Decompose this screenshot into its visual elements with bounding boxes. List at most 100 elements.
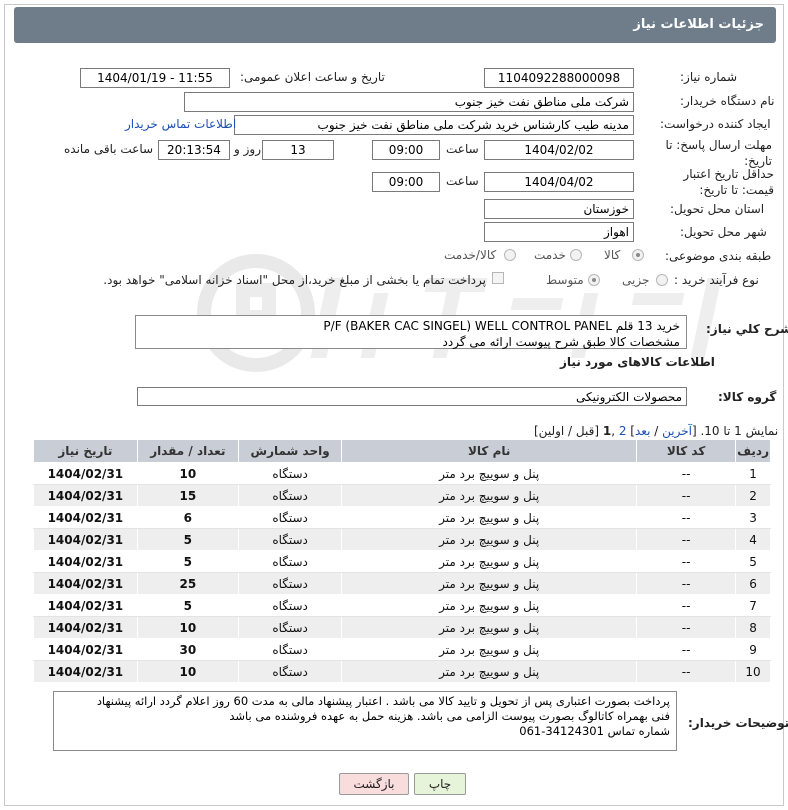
pagination-sep1: / — [650, 424, 663, 438]
reply-time-field[interactable]: 09:00 — [372, 140, 440, 160]
reply-date-field[interactable]: 1404/02/02 — [484, 140, 634, 160]
cell-row: 3 — [735, 506, 771, 529]
city-field[interactable]: اهواز — [484, 222, 634, 242]
cell-code: -- — [636, 506, 737, 529]
cell-row: 5 — [735, 550, 771, 573]
cell-row: 4 — [735, 528, 771, 551]
pagination-sep2: ] — [626, 424, 635, 438]
creator-field[interactable]: مدینه طیب کارشناس خرید شرکت ملی مناطق نف… — [234, 115, 634, 135]
buyer-notes-line-1: پرداخت بصورت اعتباری پس از تحویل و تایید… — [96, 694, 670, 708]
creator-label: ایجاد کننده درخواست: — [660, 117, 771, 131]
cell-row: 1 — [735, 462, 771, 485]
buyer-org-field[interactable]: شرکت ملی مناطق نفت خیز جنوب — [184, 92, 634, 112]
days-remaining-field[interactable]: 13 — [262, 140, 334, 160]
col-code: کد کالا — [636, 439, 737, 463]
table-row: 3 -- پنل و سوییچ برد متر دستگاه 6 1404/0… — [33, 506, 771, 529]
remaining-time-field[interactable]: 20:13:54 — [158, 140, 230, 160]
cell-unit: دستگاه — [237, 638, 343, 661]
process-partial-text: جزیی — [622, 273, 650, 287]
category-both-text: کالا/خدمت — [444, 248, 497, 262]
page-title: جزئیات اطلاعات نیاز — [14, 7, 776, 43]
col-quantity: تعداد / مقدار — [136, 439, 239, 463]
pagination-current-page: 1 — [602, 424, 612, 438]
print-button[interactable]: چاپ — [414, 773, 466, 795]
col-name: نام کالا — [341, 439, 638, 463]
cell-name: پنل و سوییچ برد متر — [341, 528, 638, 551]
cell-date: 1404/02/31 — [33, 550, 138, 573]
table-row: 5 -- پنل و سوییچ برد متر دستگاه 5 1404/0… — [33, 550, 771, 573]
process-medium-text: متوسط — [546, 273, 584, 287]
table-row: 9 -- پنل و سوییچ برد متر دستگاه 30 1404/… — [33, 638, 771, 661]
buyer-org-label: نام دستگاه خریدار: — [680, 94, 775, 108]
contact-info-link[interactable]: اطلاعات تماس خریدار — [125, 117, 236, 131]
announce-label: تاریخ و ساعت اعلان عمومی: — [240, 70, 385, 84]
cell-quantity: 30 — [136, 638, 239, 661]
cell-unit: دستگاه — [237, 506, 343, 529]
goods-group-label: گروه کالا: — [718, 390, 777, 404]
cell-unit: دستگاه — [237, 550, 343, 573]
pagination-last-link[interactable]: آخرین — [662, 424, 692, 438]
cell-date: 1404/02/31 — [33, 594, 138, 617]
pagination-next-link[interactable]: بعد — [635, 424, 650, 438]
cell-name: پنل و سوییچ برد متر — [341, 572, 638, 595]
city-label: شهر محل تحویل: — [680, 225, 767, 239]
process-medium-radio[interactable] — [588, 274, 600, 286]
treasury-checkbox[interactable] — [492, 272, 504, 284]
summary-textarea[interactable]: خرید 13 قلم P/F (BAKER CAC SINGEL) WELL … — [135, 315, 687, 349]
announce-field[interactable]: 1404/01/19 - 11:55 — [80, 68, 230, 88]
process-label: نوع فرآیند خرید : — [674, 273, 759, 287]
cell-date: 1404/02/31 — [33, 572, 138, 595]
days-label: روز و — [234, 142, 261, 156]
cell-row: 2 — [735, 484, 771, 507]
cell-date: 1404/02/31 — [33, 616, 138, 639]
need-number-field[interactable]: 1104092288000098 — [484, 68, 634, 88]
buyer-notes-textarea[interactable]: پرداخت بصورت اعتباری پس از تحویل و تایید… — [53, 691, 677, 751]
cell-quantity: 10 — [136, 462, 239, 485]
category-service-radio[interactable] — [570, 249, 582, 261]
pagination: نمایش 1 تا 10. [آخرین / بعد] 2 ,1 [قبل /… — [534, 424, 778, 438]
table-row: 2 -- پنل و سوییچ برد متر دستگاه 15 1404/… — [33, 484, 771, 507]
cell-quantity: 5 — [136, 594, 239, 617]
table-row: 8 -- پنل و سوییچ برد متر دستگاه 10 1404/… — [33, 616, 771, 639]
cell-name: پنل و سوییچ برد متر — [341, 594, 638, 617]
goods-group-field[interactable]: محصولات الکترونیکی — [137, 387, 687, 406]
cell-code: -- — [636, 550, 737, 573]
cell-unit: دستگاه — [237, 528, 343, 551]
table-header-row: ردیف کد کالا نام کالا واحد شمارش تعداد /… — [33, 439, 771, 463]
table-row: 6 -- پنل و سوییچ برد متر دستگاه 25 1404/… — [33, 572, 771, 595]
cell-name: پنل و سوییچ برد متر — [341, 660, 638, 683]
category-goods-radio[interactable] — [632, 249, 644, 261]
cell-name: پنل و سوییچ برد متر — [341, 638, 638, 661]
pagination-prefix: نمایش 1 تا 10. [ — [691, 424, 779, 438]
col-date: تاریخ نیاز — [33, 439, 138, 463]
summary-line-2: مشخصات کالا طبق شرح پیوست ارائه می گردد — [442, 335, 680, 349]
goods-table: ردیف کد کالا نام کالا واحد شمارش تعداد /… — [33, 439, 771, 683]
validity-time-field[interactable]: 09:00 — [372, 172, 440, 192]
need-number-label: شماره نیاز: — [680, 70, 737, 84]
cell-quantity: 5 — [136, 550, 239, 573]
cell-row: 8 — [735, 616, 771, 639]
category-label: طبقه بندی موضوعی: — [665, 249, 772, 263]
goods-section-title: اطلاعات کالاهای مورد نیاز — [560, 355, 715, 369]
summary-label: شرح کلي نياز: — [706, 322, 788, 336]
cell-unit: دستگاه — [237, 660, 343, 683]
process-partial-radio[interactable] — [656, 274, 668, 286]
cell-name: پنل و سوییچ برد متر — [341, 550, 638, 573]
price-validity-label: حداقل تاریخ اعتبار قیمت: تا تاریخ: — [683, 167, 774, 197]
category-service-text: خدمت — [534, 248, 566, 262]
table-row: 1 -- پنل و سوییچ برد متر دستگاه 10 1404/… — [33, 462, 771, 485]
col-unit: واحد شمارش — [237, 439, 343, 463]
table-row: 7 -- پنل و سوییچ برد متر دستگاه 5 1404/0… — [33, 594, 771, 617]
back-button[interactable]: بازگشت — [339, 773, 409, 795]
remaining-label: ساعت باقی مانده — [64, 142, 154, 156]
validity-date-field[interactable]: 1404/04/02 — [484, 172, 634, 192]
summary-line-1: خرید 13 قلم P/F (BAKER CAC SINGEL) WELL … — [323, 319, 680, 333]
province-field[interactable]: خوزستان — [484, 199, 634, 219]
cell-quantity: 5 — [136, 528, 239, 551]
category-goods-text: کالا — [604, 248, 621, 262]
reply-deadline-label: مهلت ارسال پاسخ: تا تاریخ: — [665, 138, 772, 168]
cell-code: -- — [636, 462, 737, 485]
table-row: 10 -- پنل و سوییچ برد متر دستگاه 10 1404… — [33, 660, 771, 683]
category-both-radio[interactable] — [504, 249, 516, 261]
cell-unit: دستگاه — [237, 462, 343, 485]
